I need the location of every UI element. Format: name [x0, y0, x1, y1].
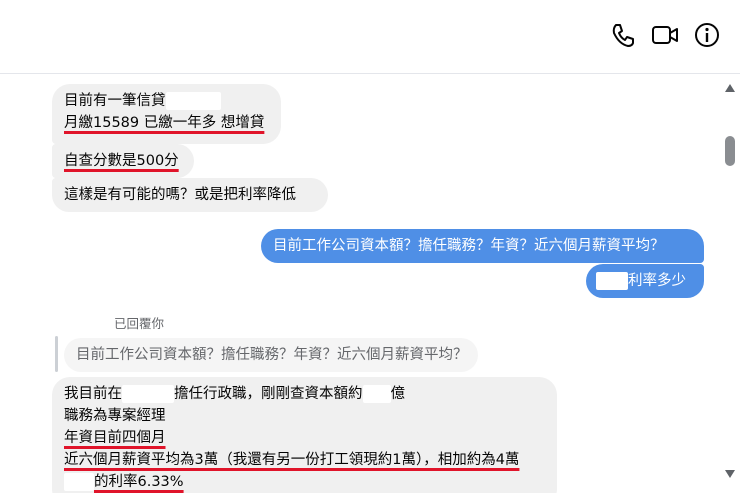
- message-text: 年資目前四個月: [64, 430, 166, 446]
- chat-header: [0, 0, 740, 74]
- scrollbar-thumb[interactable]: [725, 136, 735, 166]
- scroll-up-arrow-icon[interactable]: [725, 84, 735, 92]
- outgoing-message: 利率多少: [586, 264, 704, 298]
- reply-indicator-bar: [55, 336, 58, 372]
- redaction: [362, 385, 391, 403]
- incoming-message: 我目前在 擔任行政職，剛剛查資本額約 億 職務為專案經理 年資目前四個月 近六個月薪…: [52, 377, 557, 493]
- message-text: 利率多少: [628, 273, 686, 289]
- quoted-text: 目前工作公司資本額？擔任職務？年資？近六個月薪資平均？: [76, 347, 468, 363]
- phone-icon[interactable]: [608, 20, 638, 50]
- message-text: 目前有一筆信貸: [64, 93, 166, 109]
- info-icon[interactable]: [692, 20, 722, 50]
- message-text: 職務為專案經理: [64, 408, 166, 424]
- message-text: 我目前在: [64, 386, 122, 402]
- message-text: 億: [390, 386, 406, 402]
- message-text: 目前工作公司資本額？擔任職務？年資？近六個月薪資平均？: [273, 238, 665, 254]
- message-list[interactable]: 目前有一筆信貸 月繳15589 已繳一年多 想增貸 自查分數是500分 這樣是有…: [0, 74, 720, 493]
- message-text: 近六個月薪資平均為3萬（我還有另一份打工領現約1萬），相加約為4萬: [64, 452, 520, 468]
- message-text: 擔任行政職，剛剛查資本額約: [174, 386, 363, 402]
- redaction: [122, 385, 174, 403]
- incoming-message: 目前有一筆信貸 月繳15589 已繳一年多 想增貸: [52, 84, 281, 144]
- redaction: [165, 92, 221, 110]
- outgoing-message: 目前工作公司資本額？擔任職務？年資？近六個月薪資平均？: [261, 229, 704, 263]
- redaction: [64, 473, 94, 491]
- scroll-down-arrow-icon[interactable]: [725, 470, 735, 478]
- message-text: 月繳15589 已繳一年多 想增貸: [64, 115, 265, 131]
- incoming-message: 這樣是有可能的嗎？或是把利率降低: [52, 178, 328, 212]
- message-text: 的利率6.33%: [94, 474, 184, 490]
- video-call-icon[interactable]: [650, 20, 680, 50]
- message-text: 這樣是有可能的嗎？或是把利率降低: [64, 187, 296, 203]
- quoted-message[interactable]: 目前工作公司資本額？擔任職務？年資？近六個月薪資平均？: [64, 338, 478, 372]
- replied-label: 已回覆你: [114, 316, 165, 331]
- redaction: [596, 272, 628, 290]
- message-text: 自查分數是500分: [64, 153, 179, 169]
- scrollbar[interactable]: [720, 74, 740, 493]
- incoming-message: 自查分數是500分: [52, 144, 194, 178]
